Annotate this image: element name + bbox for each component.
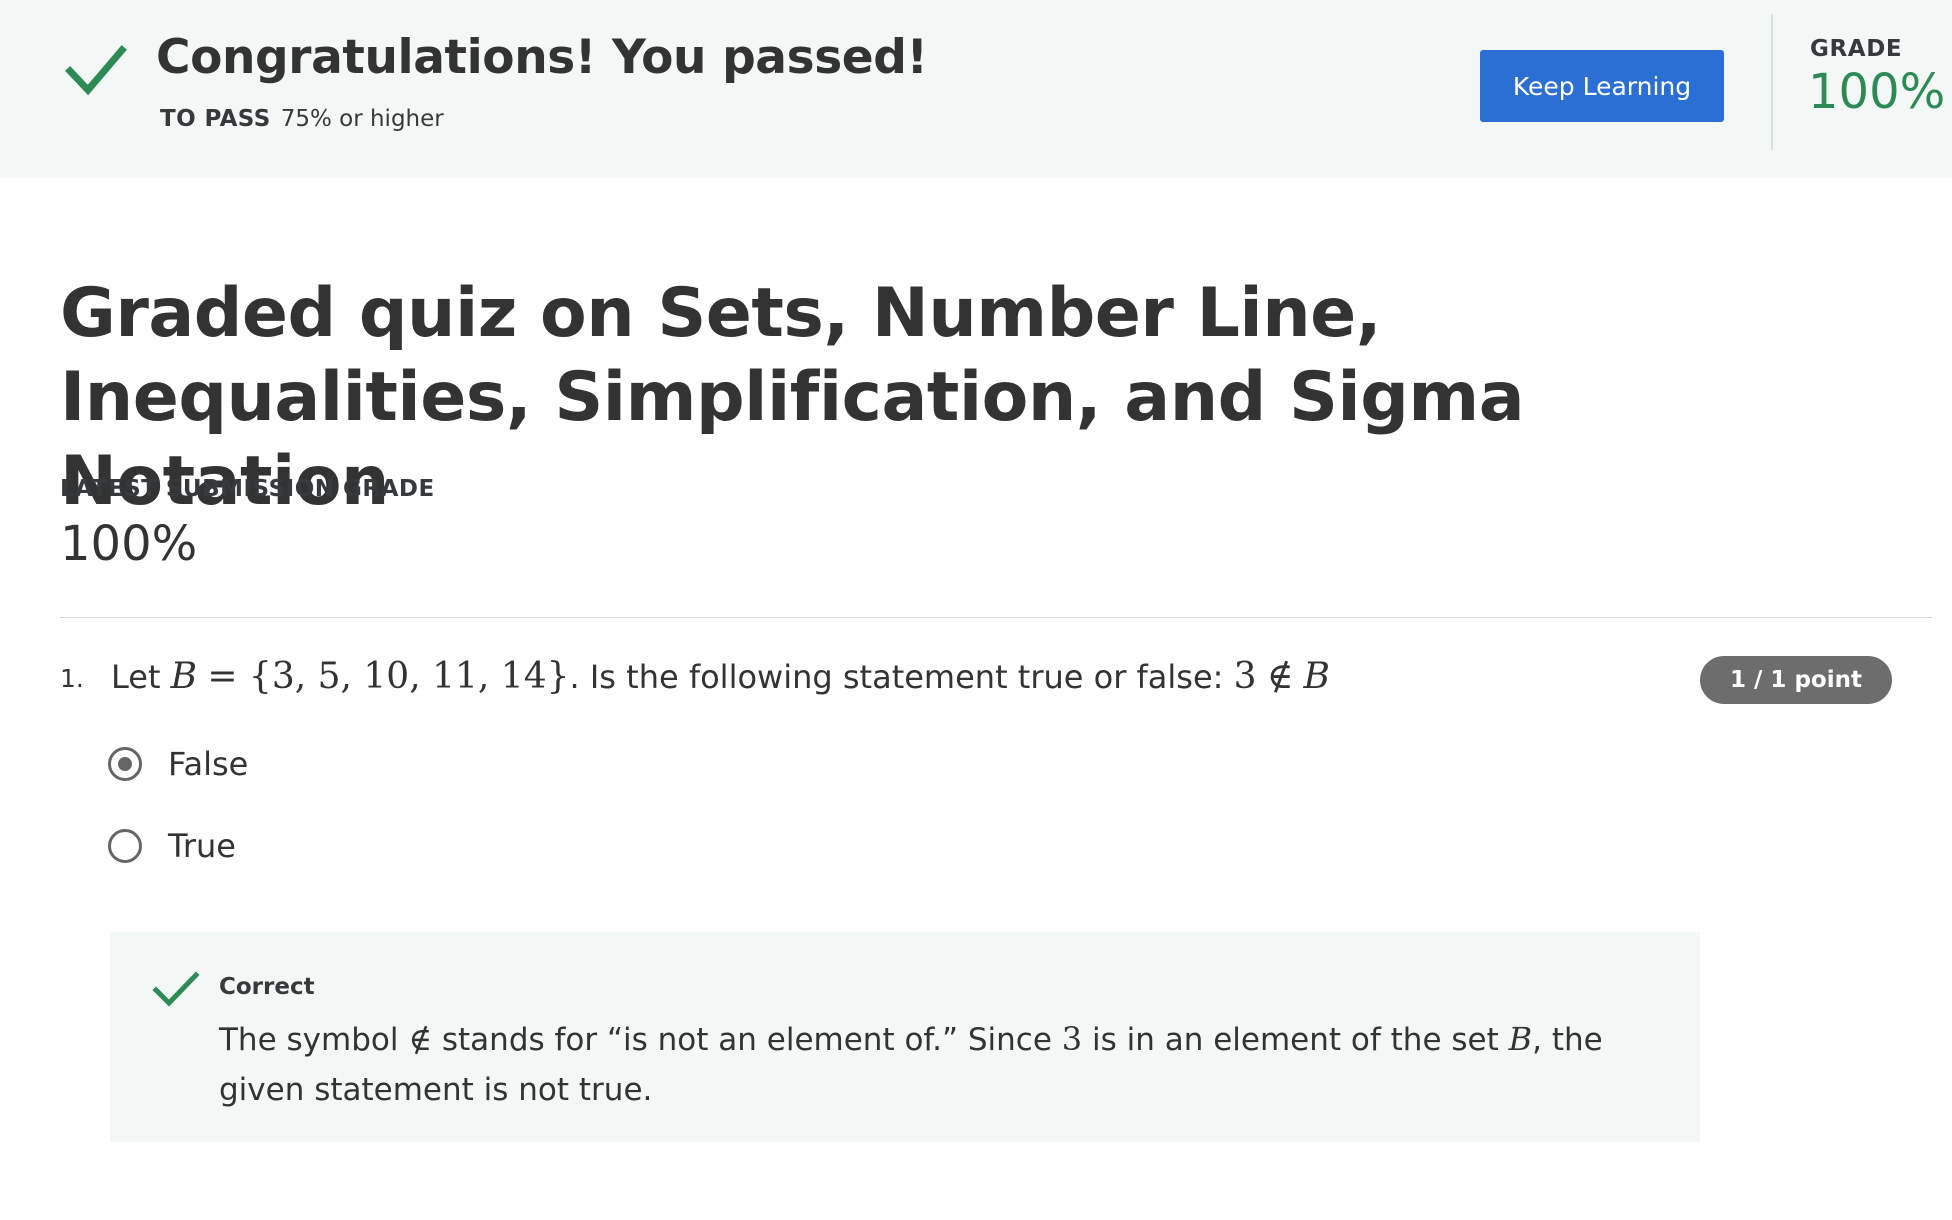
grade-value: 100% [1808, 64, 1946, 120]
check-icon [152, 971, 200, 1007]
statement-variable: B [1303, 656, 1330, 697]
option-false[interactable]: False [108, 742, 248, 786]
question-prefix: Let [111, 658, 161, 696]
to-pass-info: TO PASS 75% or higher [160, 106, 444, 132]
to-pass-value: 75% or higher [280, 106, 444, 132]
keep-learning-button[interactable]: Keep Learning [1480, 50, 1724, 122]
feedback-number: 3 [1061, 1020, 1083, 1058]
not-element-symbol: ∉ [1266, 656, 1294, 697]
feedback-variable: B [1508, 1020, 1533, 1058]
feedback-box: Correct The symbol ∉ stands for “is not … [110, 932, 1700, 1142]
question-middle: . Is the following statement true or fal… [569, 658, 1224, 696]
radio-empty-icon[interactable] [108, 829, 142, 863]
grade-label: GRADE [1810, 36, 1903, 62]
statement-number: 3 [1233, 656, 1257, 697]
not-element-symbol: ∉ [408, 1020, 433, 1058]
latest-grade-label: LATEST SUBMISSION GRADE [60, 476, 435, 502]
option-true[interactable]: True [108, 824, 236, 868]
feedback-title: Correct [219, 974, 315, 1000]
option-label: True [168, 827, 236, 865]
option-label: False [168, 745, 249, 783]
pass-banner: Congratulations! You passed! TO PASS 75% … [0, 0, 1952, 178]
set-variable: B [170, 656, 198, 697]
points-badge: 1 / 1 point [1700, 656, 1892, 704]
latest-grade-value: 100% [60, 516, 198, 572]
pass-title: Congratulations! You passed! [156, 30, 928, 85]
feedback-text-3: is in an element of the set [1092, 1022, 1499, 1058]
question-text: Let B = {3, 5, 10, 11, 14}. Is the follo… [111, 656, 1330, 697]
to-pass-label: TO PASS [160, 106, 271, 132]
feedback-text-1: The symbol [219, 1022, 399, 1058]
feedback-text: The symbol ∉ stands for “is not an eleme… [219, 1014, 1679, 1115]
set-definition: = {3, 5, 10, 11, 14} [207, 656, 570, 697]
radio-selected-icon[interactable] [108, 747, 142, 781]
divider [1771, 14, 1773, 150]
feedback-text-2: stands for “is not an element of.” Since [441, 1022, 1052, 1058]
question-number: 1. [60, 664, 84, 693]
check-icon [65, 45, 127, 96]
section-divider [60, 617, 1932, 618]
